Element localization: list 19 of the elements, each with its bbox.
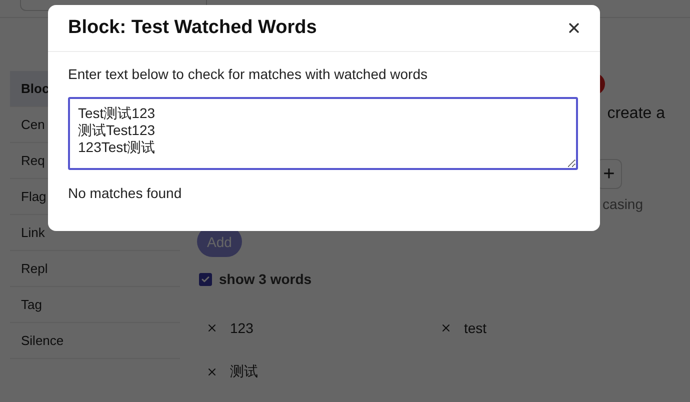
watched-word: 123 — [230, 320, 254, 336]
watched-word: test — [464, 320, 487, 336]
watched-word: 测试 — [230, 363, 258, 381]
sidebar-item[interactable]: Silence — [10, 323, 180, 359]
check-icon — [201, 274, 210, 284]
dialog-title: Block: Test Watched Words — [68, 17, 317, 39]
result-text: No matches found — [68, 185, 183, 201]
close-button[interactable] — [566, 20, 582, 36]
sidebar-item[interactable]: Repl — [10, 251, 180, 287]
remove-icon[interactable] — [440, 322, 452, 334]
sidebar-item[interactable]: Tag — [10, 287, 180, 323]
remove-icon[interactable] — [206, 366, 218, 378]
remove-icon[interactable] — [206, 322, 218, 334]
input-field[interactable]: Test测试123 测试Test123 123Test测试 — [68, 97, 578, 170]
option-label: casing — [602, 196, 643, 212]
intro-text: create a — [607, 105, 665, 123]
checkbox-label: show 3 words — [219, 271, 312, 287]
dialog-description: Enter text below to check for matches with watched words — [68, 66, 428, 82]
checkbox[interactable] — [199, 272, 212, 286]
